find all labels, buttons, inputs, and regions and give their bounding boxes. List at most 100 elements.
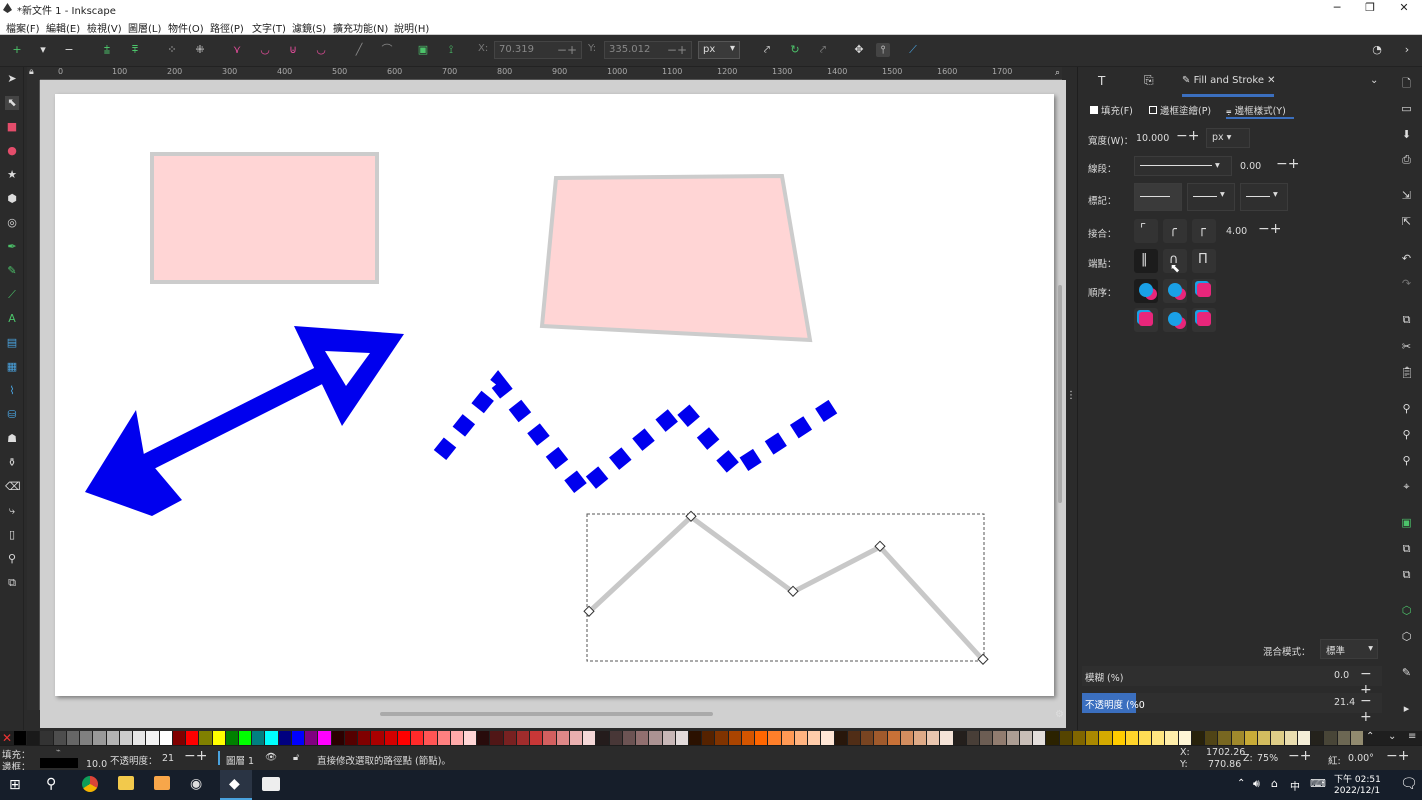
more-controls-icon[interactable]: › [1400, 43, 1414, 57]
order-fill-markers-stroke-button[interactable] [1192, 279, 1216, 303]
node-tool-icon[interactable]: ⬉ [5, 96, 19, 110]
color-swatch[interactable] [1112, 731, 1125, 745]
tray-up-icon[interactable]: ⌃ [1237, 778, 1245, 789]
palette-down-icon[interactable]: ⌄ [1388, 731, 1396, 742]
menu-view[interactable]: 檢視(V) [87, 20, 122, 35]
color-swatch[interactable] [371, 731, 384, 745]
color-swatch[interactable] [172, 731, 186, 745]
import-icon[interactable]: ⇲ [1400, 189, 1413, 202]
dashed-zigzag-path[interactable] [433, 370, 845, 502]
color-swatch[interactable] [14, 731, 27, 745]
media-player-icon[interactable] [154, 776, 170, 790]
zoom-selection-icon[interactable]: ⚲ [1400, 402, 1413, 415]
show-clip-icon[interactable]: ↻ [788, 43, 802, 57]
order-stroke-fill-markers-button[interactable] [1163, 279, 1187, 303]
notification-icon[interactable]: 🗨︎ [1400, 776, 1418, 792]
color-swatch[interactable] [702, 731, 715, 745]
obs-icon[interactable]: ◉ [190, 776, 202, 792]
close-button[interactable]: ✕ [1390, 1, 1418, 15]
color-swatch[interactable] [583, 731, 596, 745]
color-swatch[interactable] [1178, 731, 1191, 745]
menu-extensions[interactable]: 擴充功能(N) [333, 20, 388, 35]
color-swatch[interactable] [953, 731, 966, 745]
color-swatch[interactable] [464, 731, 477, 745]
duplicate-icon[interactable]: ▣ [1400, 516, 1413, 529]
copy-icon[interactable]: ⧉ [1400, 313, 1413, 326]
blur-slider[interactable]: 模糊 (%) 0.0 −+ [1082, 666, 1382, 698]
color-swatch[interactable] [609, 731, 622, 745]
command-palette-icon[interactable]: ⌕ [1055, 68, 1067, 80]
undo-icon[interactable]: ↶ [1400, 252, 1413, 265]
color-swatch[interactable] [477, 731, 490, 745]
file-explorer-icon[interactable] [118, 776, 134, 790]
color-swatch[interactable] [1006, 731, 1019, 745]
color-swatch[interactable] [450, 731, 463, 745]
color-swatch[interactable] [927, 731, 940, 745]
zoom-corner-icon[interactable]: ⚙ [1055, 709, 1067, 721]
show-outline-icon[interactable]: ⫯ [876, 43, 890, 57]
rectangle-tool-icon[interactable]: ■ [5, 120, 19, 134]
color-swatch[interactable] [741, 731, 755, 745]
windows-start-icon[interactable]: ⊞ [9, 777, 21, 793]
color-swatch[interactable] [649, 731, 662, 745]
color-swatch[interactable] [834, 731, 847, 745]
color-swatch[interactable] [821, 731, 834, 745]
search-icon[interactable]: ⚲ [46, 776, 56, 792]
unlink-clone-icon[interactable]: ⧉ [1400, 568, 1413, 581]
color-swatch[interactable] [847, 731, 861, 745]
drawing[interactable] [40, 80, 1066, 728]
ime-icon[interactable]: ⌨ [1310, 777, 1326, 790]
current-layer[interactable]: 圖層 1 [226, 753, 254, 767]
print-icon[interactable]: ⎙ [1400, 153, 1413, 166]
color-swatch[interactable] [622, 731, 636, 745]
color-swatch[interactable] [675, 731, 688, 745]
save-icon[interactable]: ⬇ [1400, 128, 1413, 141]
rotation-stepper[interactable]: −+ [1386, 748, 1409, 764]
menu-layer[interactable]: 圖層(L) [128, 20, 161, 35]
width-unit-select[interactable]: px ▾ [1206, 128, 1250, 148]
measure-tool-icon[interactable]: ▯ [5, 528, 19, 542]
menu-object[interactable]: 物件(O) [168, 20, 204, 35]
panel-handle-icon[interactable]: ⋮ [1066, 390, 1076, 401]
round-join-button[interactable]: ╭ [1163, 219, 1187, 243]
new-document-icon[interactable]: 🗋︎ [1400, 77, 1413, 90]
pages-tool-icon[interactable]: ⧉ [5, 576, 19, 590]
zoom-page-icon[interactable]: ⚲ [1400, 454, 1413, 467]
pink-trapezoid[interactable] [539, 173, 813, 343]
pen-tool-icon[interactable]: ✒ [5, 240, 19, 254]
color-swatch[interactable] [768, 731, 781, 745]
color-swatch[interactable] [689, 731, 702, 745]
color-swatch[interactable] [159, 731, 172, 745]
color-swatch[interactable] [530, 731, 543, 745]
color-swatch[interactable] [1046, 731, 1059, 745]
color-swatch[interactable] [93, 731, 106, 745]
color-swatch[interactable] [1059, 731, 1072, 745]
text-font-tab-icon[interactable]: T [1098, 74, 1105, 88]
order-markers-stroke-fill-button[interactable] [1192, 308, 1216, 332]
swatch-strip[interactable] [14, 731, 1364, 745]
mesh-tool-icon[interactable]: ▦ [5, 360, 19, 374]
width-stepper[interactable]: −+ [1176, 128, 1199, 144]
opacity-stepper[interactable]: −+ [1360, 693, 1382, 725]
auto-smooth-node-icon[interactable]: ◡ [314, 43, 328, 57]
zoom-drawing-icon[interactable]: ⚲ [1400, 428, 1413, 441]
color-swatch[interactable] [662, 731, 675, 745]
open-icon[interactable]: ▭ [1400, 102, 1413, 115]
volume-icon[interactable]: 🔊︎ [1253, 777, 1260, 791]
dropper-tool-icon[interactable]: ⌇ [5, 384, 19, 398]
calligraphy-tool-icon[interactable]: ⟋ [5, 288, 19, 302]
color-swatch[interactable] [305, 731, 318, 745]
vertical-scrollbar[interactable] [1058, 285, 1062, 503]
curve-segment-icon[interactable]: ⌒ [380, 43, 394, 57]
color-swatch[interactable] [1258, 731, 1271, 745]
text-tool-icon[interactable]: A [5, 312, 19, 326]
stroke-width-value[interactable]: 10.0 [86, 759, 107, 770]
color-swatch[interactable] [252, 731, 265, 745]
gray-polyline[interactable] [587, 513, 985, 662]
dash-offset-value[interactable]: 0.00 [1240, 161, 1261, 172]
color-swatch[interactable] [411, 731, 424, 745]
unit-select[interactable]: px ▾ [698, 41, 740, 59]
color-swatch[interactable] [516, 731, 530, 745]
mid-marker-select[interactable]: ▾ [1187, 183, 1235, 211]
document-properties-tab-icon[interactable]: ⎘ [1144, 73, 1154, 88]
